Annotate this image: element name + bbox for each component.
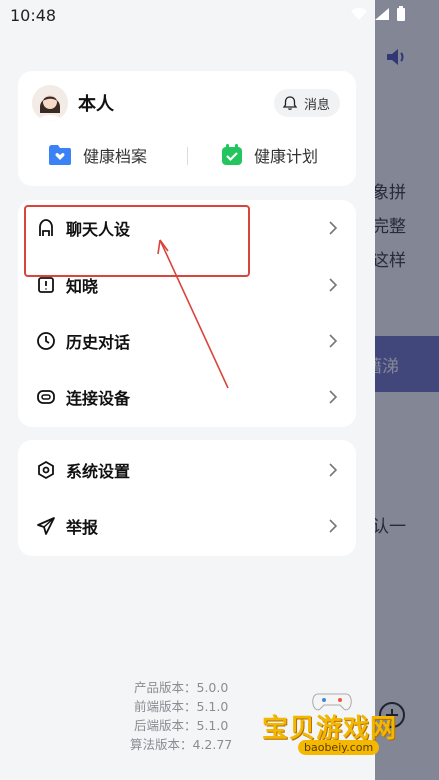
watermark-logo: 宝贝游戏网 baobeiy.com (262, 690, 412, 760)
watermark-url: baobeiy.com (298, 740, 380, 755)
annotation-arrow (157, 239, 229, 389)
